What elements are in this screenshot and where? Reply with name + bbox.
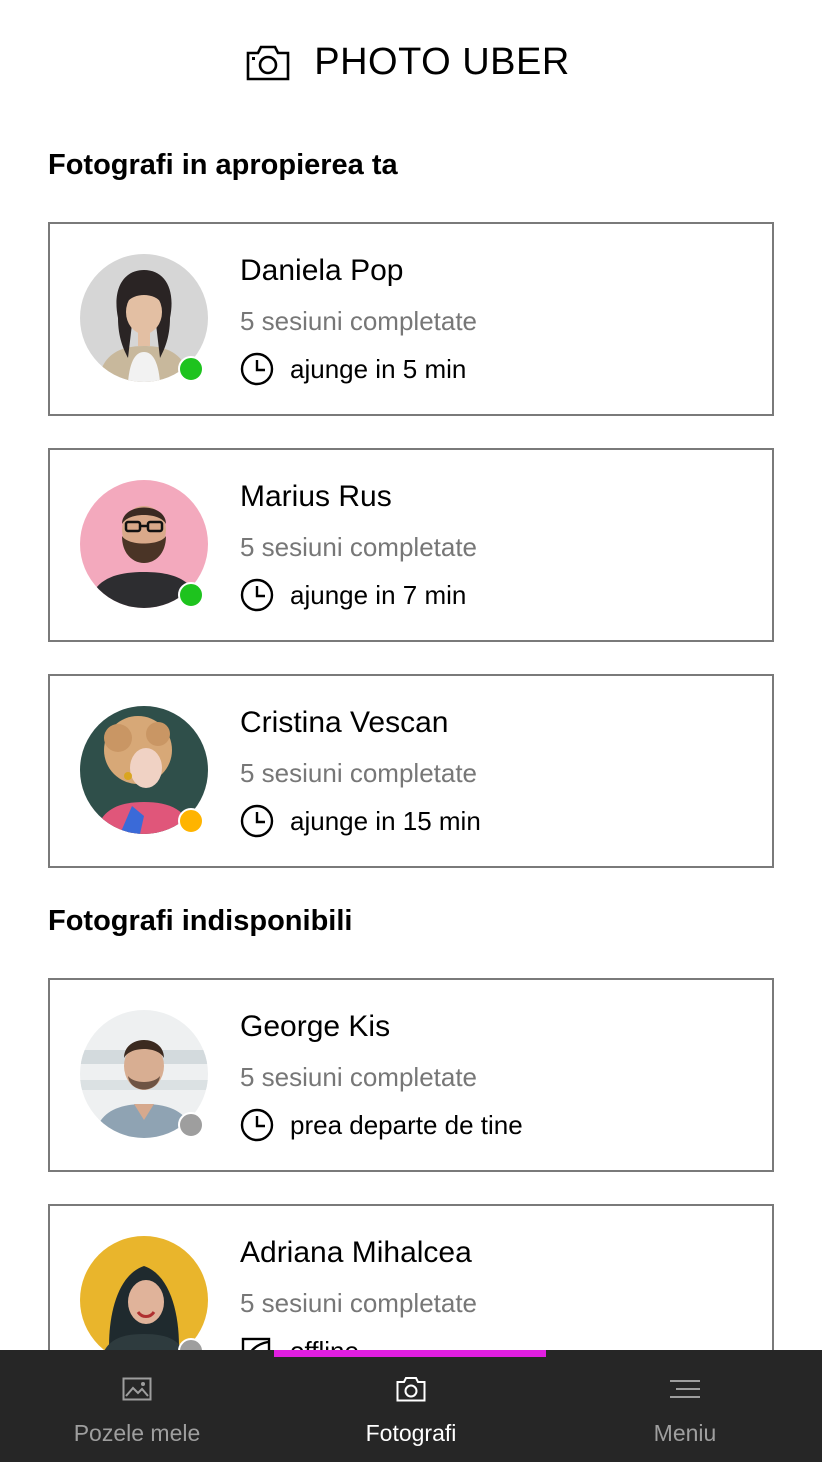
clock-icon	[240, 804, 274, 838]
status-dot	[178, 1112, 204, 1138]
clock-icon	[240, 1108, 274, 1142]
photographer-name: Adriana Mihalcea	[240, 1236, 472, 1269]
avatar	[80, 480, 210, 610]
status-dot	[178, 808, 204, 834]
section-title-nearby: Fotografi in apropierea ta	[48, 149, 398, 181]
photographer-card[interactable]: Marius Rus 5 sesiuni completate ajunge i…	[48, 448, 774, 642]
section-title-unavailable: Fotografi indisponibili	[48, 905, 353, 937]
nav-item-meniu[interactable]: Meniu	[548, 1350, 822, 1462]
clock-icon	[240, 352, 274, 386]
clock-icon	[240, 578, 274, 612]
avatar	[80, 1236, 210, 1366]
eta-row: ajunge in 7 min	[240, 578, 466, 612]
eta-text: prea departe de tine	[290, 1109, 523, 1140]
eta-row: ajunge in 15 min	[240, 804, 481, 838]
image-icon	[122, 1376, 152, 1402]
app-header: PHOTO UBER	[0, 0, 822, 125]
nav-label: Pozele mele	[73, 1420, 201, 1446]
avatar	[80, 254, 210, 384]
app-title: PHOTO UBER	[314, 41, 570, 83]
sessions-count: 5 sesiuni completate	[240, 1062, 478, 1092]
sessions-count: 5 sesiuni completate	[240, 1288, 478, 1318]
status-dot	[178, 356, 204, 382]
camera-icon	[396, 1376, 426, 1402]
nav-item-pozele-mele[interactable]: Pozele mele	[0, 1350, 274, 1462]
photographer-card[interactable]: George Kis 5 sesiuni completate prea dep…	[48, 978, 774, 1172]
photographer-name: Cristina Vescan	[240, 706, 449, 739]
photographer-card[interactable]: Cristina Vescan 5 sesiuni completate aju…	[48, 674, 774, 868]
avatar	[80, 1010, 210, 1140]
menu-icon	[670, 1376, 700, 1402]
sessions-count: 5 sesiuni completate	[240, 758, 478, 788]
photographer-name: Marius Rus	[240, 480, 392, 513]
sessions-count: 5 sesiuni completate	[240, 532, 478, 562]
brand: PHOTO UBER	[246, 41, 570, 84]
photographer-name: Daniela Pop	[240, 254, 404, 287]
sessions-count: 5 sesiuni completate	[240, 306, 478, 336]
eta-text: ajunge in 15 min	[290, 805, 481, 836]
camera-icon	[246, 45, 290, 81]
nav-label: Fotografi	[365, 1420, 457, 1446]
eta-row: prea departe de tine	[240, 1108, 523, 1142]
photographer-card[interactable]: Daniela Pop 5 sesiuni completate ajunge …	[48, 222, 774, 416]
nav-label: Meniu	[653, 1420, 717, 1446]
eta-text: ajunge in 5 min	[290, 353, 467, 384]
nav-item-fotografi[interactable]: Fotografi	[274, 1350, 548, 1462]
avatar	[80, 706, 210, 836]
photographer-name: George Kis	[240, 1010, 391, 1043]
eta-text: ajunge in 7 min	[290, 579, 467, 610]
eta-row: ajunge in 5 min	[240, 352, 466, 386]
bottom-nav: Pozele mele Fotografi Meniu	[0, 1350, 822, 1462]
status-dot	[178, 582, 204, 608]
